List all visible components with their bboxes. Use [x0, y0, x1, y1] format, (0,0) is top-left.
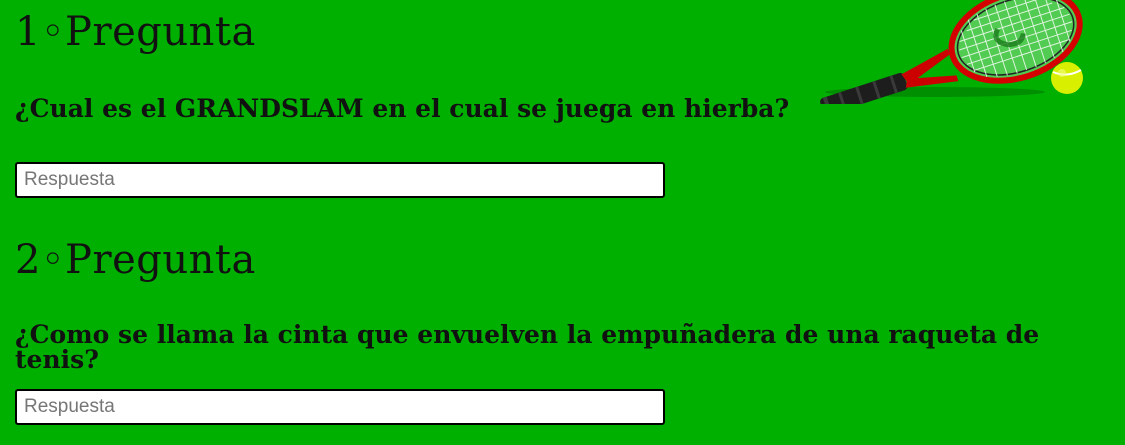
question-1-text: ¿Cual es el GRANDSLAM en el cual se jueg…	[15, 94, 790, 123]
question-2-answer-wrap	[15, 389, 665, 425]
question-1-answer-input[interactable]	[15, 162, 665, 198]
question-1-title: 1◦Pregunta	[15, 9, 256, 55]
question-2-text-wrap: ¿Como se llama la cinta que envuelven la…	[15, 322, 1125, 372]
question-2: 2◦Pregunta	[15, 240, 256, 280]
question-2-text: ¿Como se llama la cinta que envuelven la…	[15, 320, 1040, 374]
question-1-text-wrap: ¿Cual es el GRANDSLAM en el cual se jueg…	[15, 96, 789, 121]
tennis-racket-and-ball-icon	[820, 0, 1083, 104]
question-1-answer-wrap	[15, 162, 665, 198]
question-2-answer-input[interactable]	[15, 389, 665, 425]
question-1: 1◦Pregunta	[15, 12, 256, 52]
question-2-title: 2◦Pregunta	[15, 237, 256, 283]
